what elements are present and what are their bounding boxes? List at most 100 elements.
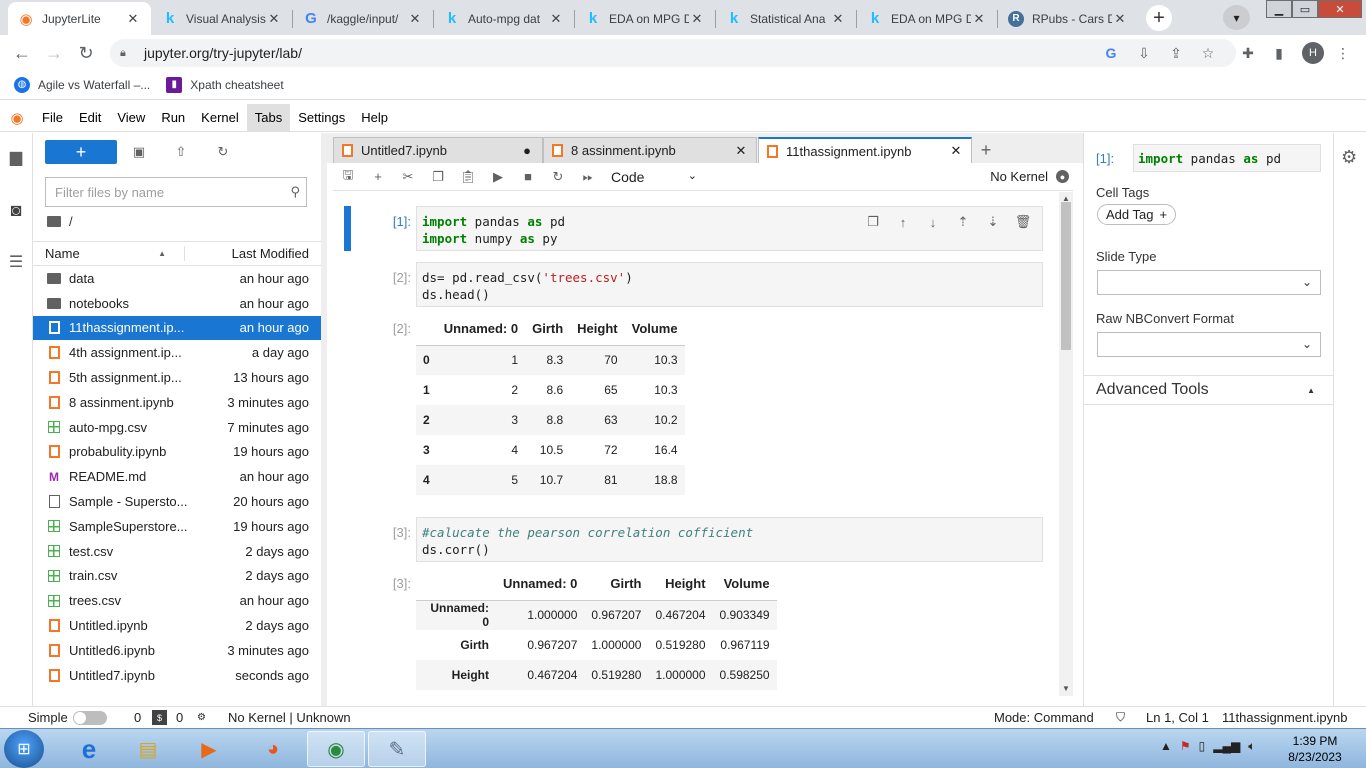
volume-icon[interactable]: 🔈︎ <box>1248 739 1255 754</box>
back-arrow-icon[interactable]: ← <box>10 42 34 64</box>
run-icon[interactable]: ▶ <box>483 163 513 191</box>
internet-explorer-icon[interactable]: e <box>60 731 118 767</box>
file-row[interactable]: test.csv 2 days ago <box>33 539 321 564</box>
profile-avatar[interactable]: H <box>1302 42 1324 64</box>
duplicate-icon[interactable]: ❐ <box>863 212 883 232</box>
move-down-icon[interactable]: ↓ <box>923 212 943 232</box>
file-row[interactable]: Untitled6.ipynb 3 minutes ago <box>33 638 321 663</box>
browser-tab[interactable]: k Statistical Ana ✕ <box>716 2 856 35</box>
browser-tab-jupyterlite[interactable]: ◉ JupyterLite ✕ <box>8 2 151 35</box>
cut-icon[interactable]: ✂ <box>393 163 423 191</box>
bookmark-xpath[interactable]: ▮ Xpath cheatsheet <box>166 76 284 93</box>
media-player-icon[interactable]: ▶ <box>180 731 238 767</box>
file-row[interactable]: SampleSuperstore... 19 hours ago <box>33 514 321 539</box>
menu-run[interactable]: Run <box>153 104 193 132</box>
file-row[interactable]: Sample - Supersto... 20 hours ago <box>33 489 321 514</box>
menu-kernel[interactable]: Kernel <box>193 104 247 132</box>
browser-tab[interactable]: G /kaggle/input/ ✕ <box>293 2 433 35</box>
minimize-icon[interactable]: ▁ <box>1266 0 1292 18</box>
install-app-icon[interactable]: ⇩ <box>1133 42 1155 64</box>
notebook-tab-untitled7[interactable]: Untitled7.ipynb ● <box>333 137 543 163</box>
save-icon[interactable]: 🖫︎ <box>333 163 363 191</box>
close-tab-icon[interactable]: ✕ <box>689 11 705 27</box>
browser-tab[interactable]: k EDA on MPG D ✕ <box>857 2 997 35</box>
browser-tab[interactable]: k Visual Analysis ✕ <box>152 2 292 35</box>
running-kernels-icon[interactable]: ◙ <box>4 198 28 222</box>
file-row[interactable]: Untitled7.ipynb seconds ago <box>33 663 321 688</box>
side-panel-icon[interactable]: ▮ <box>1268 42 1290 64</box>
notepad-icon[interactable]: ✎ <box>368 731 426 767</box>
file-row[interactable]: trees.csv an hour ago <box>33 588 321 613</box>
menu-file[interactable]: File <box>34 104 71 132</box>
menu-view[interactable]: View <box>109 104 153 132</box>
menu-tabs[interactable]: Tabs <box>246 103 291 132</box>
gear-icon[interactable]: ⚙ <box>1341 147 1357 168</box>
column-header-modified[interactable]: Last Modified <box>185 246 321 261</box>
code-editor[interactable]: #calucate the pearson correlation coffic… <box>416 517 1043 562</box>
simple-mode-toggle[interactable] <box>73 711 107 725</box>
new-tab-plus-icon[interactable]: + <box>973 138 999 162</box>
firefox-icon[interactable]: ◕ <box>244 731 302 767</box>
file-row[interactable]: 11thassignment.ip... an hour ago <box>33 315 321 341</box>
notebook-tab-8-assinment[interactable]: 8 assinment.ipynb ✕ <box>543 137 757 163</box>
filter-files-input[interactable]: Filter files by name ⚲ <box>45 177 307 207</box>
close-tab-icon[interactable]: ✕ <box>407 11 423 27</box>
file-explorer-icon[interactable]: ▤ <box>119 731 177 767</box>
browser-tab[interactable]: k Auto-mpg dat ✕ <box>434 2 574 35</box>
menu-help[interactable]: Help <box>353 104 396 132</box>
close-tab-icon[interactable]: ✕ <box>266 11 282 27</box>
code-editor[interactable]: ds= pd.read_csv('trees.csv') ds.head() <box>416 262 1043 307</box>
stop-icon[interactable]: ■ <box>513 163 543 191</box>
terminal-icon[interactable]: $ <box>152 710 167 725</box>
tab-search-button[interactable]: ▾ <box>1223 5 1250 30</box>
cursor-position[interactable]: Ln 1, Col 1 <box>1146 710 1209 725</box>
table-of-contents-icon[interactable]: ☰ <box>4 250 28 274</box>
raw-format-select[interactable]: ⌄ <box>1097 332 1321 357</box>
column-header-name[interactable]: Name ▲ <box>33 246 185 261</box>
google-lens-icon[interactable]: G <box>1100 42 1122 64</box>
add-tag-button[interactable]: Add Tag + <box>1097 204 1177 225</box>
file-row[interactable]: 4th assignment.ip... a day ago <box>33 340 321 365</box>
close-tab-icon[interactable]: ✕ <box>971 11 987 27</box>
chrome-icon[interactable]: ◉ <box>307 731 365 767</box>
new-folder-icon[interactable]: ▣ <box>129 142 149 162</box>
new-launcher-button[interactable]: + <box>45 140 117 164</box>
network-icon[interactable]: ▂▄▆ <box>1213 739 1240 754</box>
extensions-icon[interactable]: ✚ <box>1237 42 1259 64</box>
copy-icon[interactable]: ❐ <box>423 163 453 191</box>
advanced-tools-toggle[interactable]: Advanced Tools ▲ <box>1084 375 1333 405</box>
browser-tab[interactable]: R RPubs - Cars D ✕ <box>998 2 1138 35</box>
close-tab-icon[interactable]: ✕ <box>830 11 846 27</box>
reload-icon[interactable]: ↻ <box>74 42 98 64</box>
new-tab-button[interactable]: + <box>1146 5 1172 31</box>
bookmark-star-icon[interactable]: ☆ <box>1197 42 1219 64</box>
menu-settings[interactable]: Settings <box>290 104 353 132</box>
move-up-icon[interactable]: ↑ <box>893 212 913 232</box>
url-field[interactable]: 🔒︎ jupyter.org/try-jupyter/lab/ <box>110 39 1236 67</box>
notebook-tab-11thassignment[interactable]: 11thassignment.ipynb ✕ <box>758 137 972 163</box>
code-cell-1[interactable]: [1]: import pandas as pd import numpy as… <box>333 206 1059 252</box>
kernel-status-text[interactable]: No Kernel | Unknown <box>228 710 351 725</box>
close-tab-icon[interactable]: ✕ <box>1112 11 1128 27</box>
window-close-icon[interactable]: ✕ <box>1318 0 1362 18</box>
delete-icon[interactable]: 🗑︎ <box>1013 212 1033 232</box>
menu-edit[interactable]: Edit <box>71 104 109 132</box>
panel-splitter[interactable] <box>321 133 327 706</box>
file-row[interactable]: 8 assinment.ipynb 3 minutes ago <box>33 390 321 415</box>
windows-start-icon[interactable]: ⊞ <box>4 730 44 768</box>
close-tab-icon[interactable]: ✕ <box>548 11 564 27</box>
cell-type-select[interactable]: Code ⌄ <box>611 169 697 185</box>
breadcrumb-root[interactable]: / <box>69 214 73 229</box>
kernel-gear-icon[interactable]: ⚙ <box>194 710 209 725</box>
show-hidden-icons[interactable]: ▲ <box>1160 739 1172 754</box>
code-cell-2[interactable]: [2]: ds= pd.read_csv('trees.csv') ds.hea… <box>333 262 1059 308</box>
device-icon[interactable]: ▯ <box>1199 739 1206 754</box>
folder-icon[interactable]: ▆ <box>4 145 28 169</box>
scrollbar-thumb[interactable] <box>1061 202 1071 350</box>
unsaved-dot-icon[interactable]: ● <box>520 143 534 158</box>
slide-type-select[interactable]: ⌄ <box>1097 270 1321 295</box>
file-row[interactable]: train.csv 2 days ago <box>33 564 321 589</box>
code-cell-3[interactable]: [3]: #calucate the pearson correlation c… <box>333 517 1059 563</box>
file-row[interactable]: M README.md an hour ago <box>33 464 321 489</box>
close-icon[interactable]: ✕ <box>949 143 963 159</box>
